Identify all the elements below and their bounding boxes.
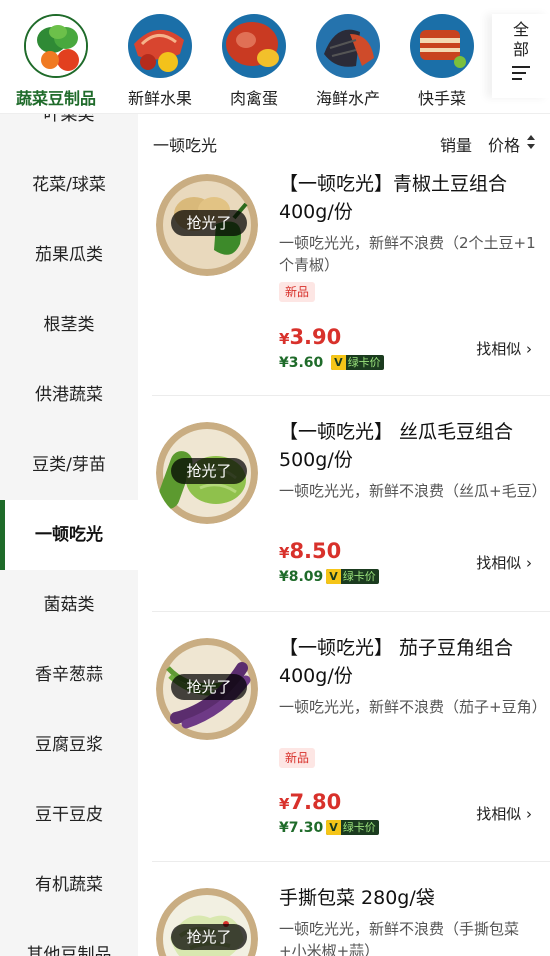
all-categories-button[interactable]: 全 部 <box>492 14 550 98</box>
sidebar-item-dried-tofu[interactable]: 豆干豆皮 <box>0 780 138 850</box>
sidebar-item-cauliflower[interactable]: 花菜/球菜 <box>0 150 138 220</box>
product-name[interactable]: 【一顿吃光】 茄子豆角组合 400g/份 <box>279 634 541 690</box>
category-label: 快手菜 <box>417 89 466 108</box>
product-price: ¥8.50 <box>279 539 342 563</box>
sort-by-sales[interactable]: 销量 <box>440 132 472 156</box>
product-name[interactable]: 【一顿吃光】青椒土豆组合400g/份 <box>279 170 541 226</box>
product-card[interactable]: 抢光了 【一顿吃光】 茄子豆角组合 400g/份一顿吃光光，新鲜不浪费（茄子+豆角… <box>152 612 550 862</box>
member-card-price: ¥3.60 V 绿卡价 <box>279 355 384 371</box>
sidebar-item-other-soy[interactable]: 其他豆制品 <box>0 920 138 956</box>
product-description: 一顿吃光光，新鲜不浪费（2个土豆+1个青椒） <box>279 234 536 274</box>
green-card-badge: V 绿卡价 <box>326 820 379 835</box>
product-card[interactable]: 抢光了 手撕包菜 280g/袋一顿吃光光，新鲜不浪费（手撕包菜+小米椒+蒜） <box>152 862 550 956</box>
product-description: 一顿吃光光，新鲜不浪费（茄子+豆角） <box>279 698 547 716</box>
category-bar: 蔬菜豆制品 新鲜水果 肉禽蛋 海鲜水产 快手菜 全 部 <box>0 0 550 114</box>
current-subcategory-title: 一顿吃光 <box>153 136 218 155</box>
new-tag: 新品 <box>279 282 316 302</box>
product-name[interactable]: 手撕包菜 280g/袋 <box>279 884 541 912</box>
category-label: 海鲜水产 <box>315 89 380 108</box>
sidebar-item-gourd[interactable]: 茄果瓜类 <box>0 220 138 290</box>
category-label: 新鲜水果 <box>127 89 192 108</box>
sold-out-badge: 抢光了 <box>171 674 247 700</box>
sidebar-item-leafy[interactable]: 叶菜类 <box>0 114 138 150</box>
sidebar-item-tofu[interactable]: 豆腐豆浆 <box>0 710 138 780</box>
fruit-icon <box>128 14 192 78</box>
meat-icon <box>222 14 286 78</box>
menu-icon <box>512 66 530 80</box>
member-card-price: ¥8.09 V 绿卡价 <box>279 569 379 585</box>
category-label: 肉禽蛋 <box>229 89 278 108</box>
member-card-price: ¥7.30 V 绿卡价 <box>279 820 379 836</box>
product-card[interactable]: 抢光了 【一顿吃光】青椒土豆组合400g/份 一顿吃光光，新鲜不浪费（2个土豆+… <box>152 170 550 396</box>
sidebar-item-one-meal[interactable]: 一顿吃光 <box>0 500 138 570</box>
sidebar-item-hk-supply[interactable]: 供港蔬菜 <box>0 360 138 430</box>
find-similar-button[interactable]: 找相似 › <box>476 552 532 573</box>
category-fruit[interactable]: 新鲜水果 <box>112 14 208 109</box>
sort-by-price[interactable]: 价格 <box>488 132 520 156</box>
sidebar-item-root[interactable]: 根茎类 <box>0 290 138 360</box>
subcategory-sidebar: 叶菜类 花菜/球菜 茄果瓜类 根茎类 供港蔬菜 豆类/芽苗 一顿吃光 菌菇类 香… <box>0 114 138 956</box>
green-card-badge: V 绿卡价 <box>326 569 379 584</box>
category-label: 蔬菜豆制品 <box>15 89 96 108</box>
all-label-line1: 全 <box>512 20 529 39</box>
product-price: ¥3.90 <box>279 325 342 349</box>
product-name[interactable]: 【一顿吃光】 丝瓜毛豆组合 500g/份 <box>279 418 541 474</box>
quick-dish-icon <box>410 14 474 78</box>
category-quick-dish[interactable]: 快手菜 <box>394 14 490 109</box>
green-card-badge: V 绿卡价 <box>331 355 384 370</box>
sidebar-item-mushroom[interactable]: 菌菇类 <box>0 570 138 640</box>
seafood-icon <box>316 14 380 78</box>
vegetables-icon <box>24 14 88 78</box>
sort-bar: 一顿吃光 销量 价格 <box>138 114 550 170</box>
product-description: 一顿吃光光，新鲜不浪费（手撕包菜+小米椒+蒜） <box>279 920 520 956</box>
category-seafood[interactable]: 海鲜水产 <box>300 14 396 109</box>
sidebar-item-beans-sprouts[interactable]: 豆类/芽苗 <box>0 430 138 500</box>
sold-out-badge: 抢光了 <box>171 924 247 950</box>
find-similar-button[interactable]: 找相似 › <box>476 338 532 359</box>
product-card[interactable]: 抢光了 【一顿吃光】 丝瓜毛豆组合 500g/份一顿吃光光，新鲜不浪费（丝瓜+毛豆… <box>152 396 550 612</box>
product-price: ¥7.80 <box>279 790 342 814</box>
sidebar-item-aromatics[interactable]: 香辛葱蒜 <box>0 640 138 710</box>
find-similar-button[interactable]: 找相似 › <box>476 803 532 824</box>
sold-out-badge: 抢光了 <box>171 458 247 484</box>
sold-out-badge: 抢光了 <box>171 210 247 236</box>
sidebar-item-organic[interactable]: 有机蔬菜 <box>0 850 138 920</box>
category-meat[interactable]: 肉禽蛋 <box>206 14 302 109</box>
new-tag: 新品 <box>279 748 316 768</box>
all-label-line2: 部 <box>512 40 529 59</box>
product-description: 一顿吃光光，新鲜不浪费（丝瓜+毛豆） <box>279 482 547 500</box>
category-vegetables[interactable]: 蔬菜豆制品 <box>8 14 104 109</box>
sort-arrows-icon <box>527 135 535 149</box>
product-list: 抢光了 【一顿吃光】青椒土豆组合400g/份 一顿吃光光，新鲜不浪费（2个土豆+… <box>152 170 550 956</box>
